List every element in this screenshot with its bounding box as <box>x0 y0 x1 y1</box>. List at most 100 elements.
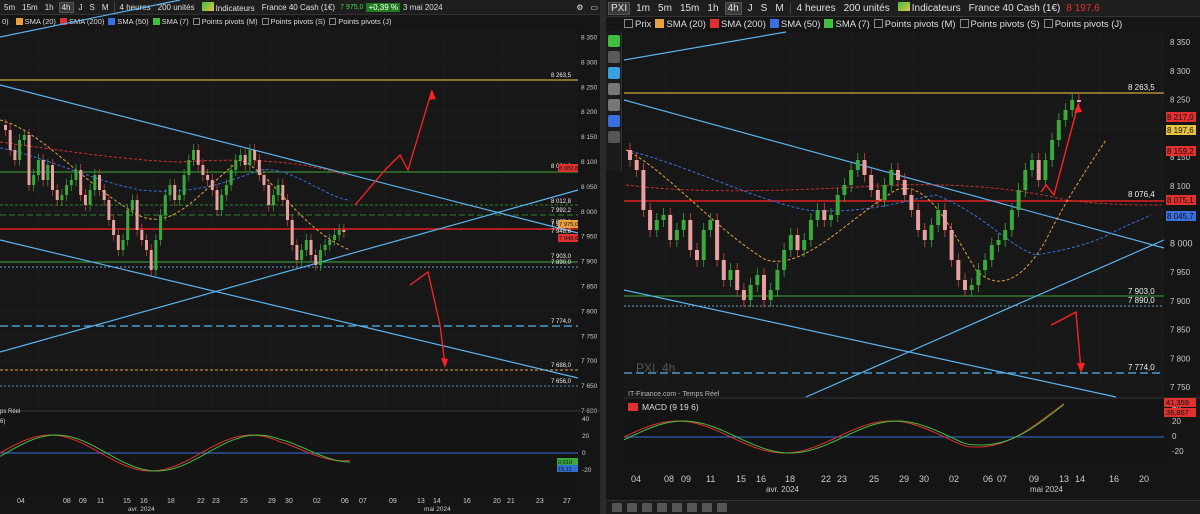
tf-j[interactable]: J <box>746 3 755 14</box>
left-price-chart[interactable]: 8 350 8 300 8 250 8 200 8 150 8 100 8 050 8 000… <box>0 0 600 514</box>
checkbox[interactable] <box>192 18 200 26</box>
checkbox[interactable] <box>261 18 269 26</box>
settings-icon[interactable]: ⚙ <box>574 3 585 12</box>
scroll-left-icon[interactable] <box>642 503 652 512</box>
legend-sma7[interactable]: SMA (7) <box>152 17 189 26</box>
instrument-name[interactable]: France 40 Cash (1€) <box>967 3 1063 14</box>
checkbox[interactable] <box>624 19 633 29</box>
tf-1h[interactable]: 1h <box>43 3 56 12</box>
legend-prix-label: Prix <box>635 18 652 30</box>
candle-body <box>262 175 266 185</box>
candle-body <box>969 285 974 290</box>
checkbox[interactable] <box>873 19 883 29</box>
x-month-label: mai 2024 <box>1030 485 1063 494</box>
color-swatch <box>59 18 67 26</box>
y-tick-label: 8 050 <box>1170 211 1191 220</box>
candle-body <box>93 175 97 190</box>
checkbox[interactable] <box>1043 19 1053 29</box>
tf-s[interactable]: S <box>759 3 770 14</box>
checkbox[interactable] <box>329 18 337 26</box>
last-price: 8 197,6 <box>1066 2 1100 14</box>
candle-body <box>88 190 92 205</box>
legend-prix[interactable]: Prix <box>624 19 651 30</box>
legend-sma20[interactable]: SMA (20) <box>15 17 56 26</box>
tf-s[interactable]: S <box>88 3 97 12</box>
candle-body <box>36 160 40 175</box>
legend-pivots-j[interactable]: Points pivots (J) <box>329 17 392 26</box>
price-axis[interactable] <box>1164 17 1200 497</box>
tf-4h[interactable]: 4h <box>58 1 74 13</box>
units-dropdown[interactable]: 200 unités <box>842 3 892 14</box>
y-tick-label: 8 000 <box>1170 238 1193 248</box>
candle-body <box>159 215 163 240</box>
right-legend: Prix SMA (20) SMA (200) SMA (50) SMA (7)… <box>606 17 1200 31</box>
legend-sma200[interactable]: SMA (200) <box>709 19 766 30</box>
legend-sma200[interactable]: SMA (200) <box>59 17 104 26</box>
pencil-tool-icon[interactable] <box>608 51 620 63</box>
tf-j[interactable]: J <box>77 3 85 12</box>
trash-tool-icon[interactable] <box>608 83 620 95</box>
candle-body <box>281 185 285 200</box>
candle-body <box>835 195 840 215</box>
instrument-name[interactable]: France 40 Cash (1€) <box>260 3 337 12</box>
candle-body <box>755 275 760 285</box>
tf-m[interactable]: M <box>773 3 785 14</box>
legend-sma50[interactable]: SMA (50) <box>769 19 820 30</box>
tf-1h[interactable]: 1h <box>705 3 720 14</box>
x-tick-label: 15 <box>736 474 746 484</box>
tf-m[interactable]: M <box>100 3 111 12</box>
indicators-button[interactable]: Indicateurs <box>200 1 257 13</box>
macd-tag <box>557 465 578 472</box>
legend-pivots-j[interactable]: Points pivots (J) <box>1043 19 1122 30</box>
candle-body <box>929 225 934 240</box>
color-tool-icon[interactable] <box>608 115 620 127</box>
level-label: 7 903,0 <box>551 254 572 260</box>
sma200-line <box>0 141 346 176</box>
tf-15m[interactable]: 15m <box>20 3 40 12</box>
legend-pivots-m[interactable]: Points pivots (M) <box>873 19 956 30</box>
x-tick-label: 25 <box>869 474 879 484</box>
macd-tick-label: 20 <box>582 433 590 440</box>
y-tick-label: 7 850 <box>1170 326 1191 335</box>
print-icon[interactable] <box>702 503 712 512</box>
x-tick-label: 02 <box>949 474 959 484</box>
y-tick-label: 7 800 <box>581 308 598 315</box>
eraser-tool-icon[interactable] <box>608 99 620 111</box>
text-tool-icon[interactable] <box>608 131 620 143</box>
period-dropdown[interactable]: 4 heures <box>118 3 153 12</box>
fit-icon[interactable] <box>672 503 682 512</box>
checkbox[interactable] <box>959 19 969 29</box>
legend-pivots-m[interactable]: Points pivots (M) <box>192 17 258 26</box>
level-label: 8 263,5 <box>551 73 572 79</box>
zoom-in-icon[interactable] <box>612 503 622 512</box>
crosshair-icon[interactable] <box>687 503 697 512</box>
period-dropdown[interactable]: 4 heures <box>795 3 838 14</box>
export-icon[interactable] <box>717 503 727 512</box>
candle-body <box>902 180 907 195</box>
scroll-right-icon[interactable] <box>657 503 667 512</box>
y-tick-label: 8 350 <box>581 35 598 42</box>
legend-sma50[interactable]: SMA (50) <box>108 17 149 26</box>
plot-area <box>624 32 1164 397</box>
price-axis[interactable] <box>578 15 600 500</box>
legend-pivots-s[interactable]: Points pivots (S) <box>959 19 1040 30</box>
tf-5m[interactable]: 5m <box>2 3 17 12</box>
zoom-out-icon[interactable] <box>627 503 637 512</box>
legend-sma7[interactable]: SMA (7) <box>824 19 870 30</box>
trendline-tool-icon[interactable] <box>608 35 620 47</box>
tf-15m[interactable]: 15m <box>678 3 701 14</box>
move-tool-icon[interactable] <box>608 67 620 79</box>
legend-sma20[interactable]: SMA (20) <box>655 19 706 30</box>
units-dropdown[interactable]: 200 unités <box>156 3 197 12</box>
legend-pivots-s[interactable]: Points pivots (S) <box>261 17 325 26</box>
right-price-chart[interactable]: PXI, 4h 8 3508 3008 2508 2008 1508 1008 … <box>606 0 1200 514</box>
tf-5m[interactable]: 5m <box>656 3 674 14</box>
tf-1m[interactable]: 1m <box>634 3 652 14</box>
tf-4h[interactable]: 4h <box>724 1 742 15</box>
minimize-icon[interactable]: ▭ <box>588 3 600 12</box>
symbol-dropdown[interactable]: PXI <box>608 1 631 15</box>
y-tick-label: 8 300 <box>581 59 598 66</box>
y-tick-label: 8 100 <box>581 159 598 166</box>
right-toolbar: PXI 1m 5m 15m 1h 4h J S M 4 heures 200 u… <box>606 0 1200 17</box>
indicators-button[interactable]: Indicateurs <box>896 2 963 14</box>
